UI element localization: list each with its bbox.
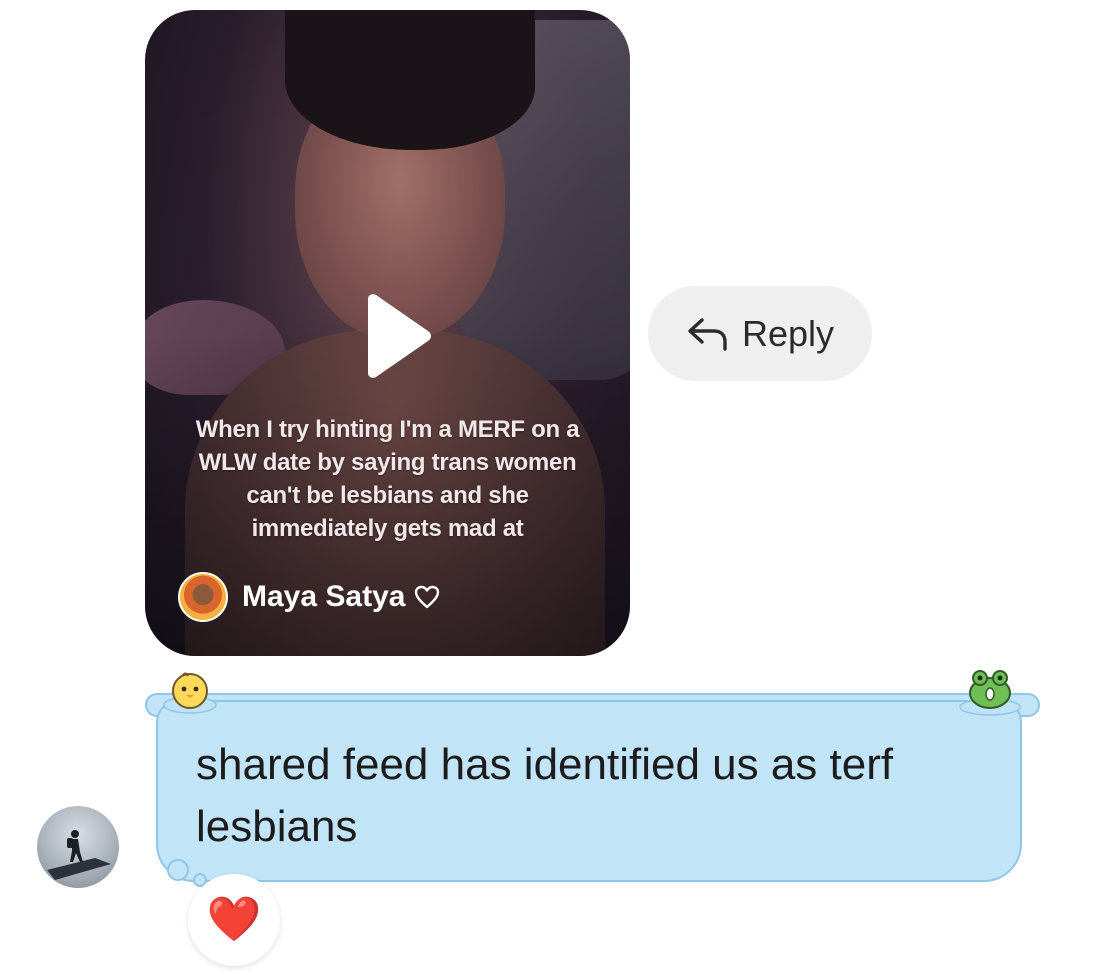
creator-info[interactable]: Maya Satya: [178, 572, 441, 622]
shared-video-card[interactable]: When I try hinting I'm a MERF on a WLW d…: [145, 10, 630, 656]
message-text: shared feed has identified us as terf le…: [196, 740, 894, 851]
reply-button[interactable]: Reply: [648, 286, 872, 381]
hiker-silhouette-icon: [47, 830, 111, 880]
creator-avatar: [178, 572, 228, 622]
reply-arrow-icon: [688, 317, 727, 351]
message-bubble[interactable]: shared feed has identified us as terf le…: [156, 700, 1022, 882]
chick-sticker: [163, 672, 217, 714]
heart-outline-icon: [415, 585, 440, 609]
play-icon[interactable]: [360, 293, 432, 379]
avatar[interactable]: [37, 806, 119, 888]
frog-sticker: [959, 670, 1021, 716]
video-caption: When I try hinting I'm a MERF on a WLW d…: [195, 416, 580, 542]
heart-reaction[interactable]: ❤️: [188, 874, 280, 966]
creator-name: Maya Satya: [242, 580, 406, 613]
reply-label: Reply: [741, 312, 835, 354]
